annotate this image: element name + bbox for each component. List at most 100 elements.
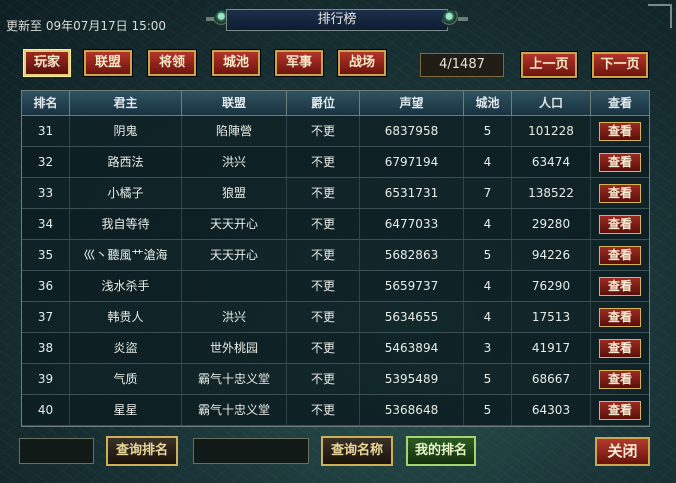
col-header-rank[interactable]: 排名: [22, 91, 70, 115]
cell-cities: 5: [464, 116, 512, 146]
table-row[interactable]: 39 气质 霸气十忠义堂 不更 5395489 5 68667 查看: [22, 364, 649, 395]
cell-title: 不更: [287, 333, 360, 363]
table-row[interactable]: 33 小橘子 狼盟 不更 6531731 7 138522 查看: [22, 178, 649, 209]
view-button[interactable]: 查看: [599, 370, 641, 389]
cell-rank: 32: [22, 147, 70, 177]
table-row[interactable]: 31 阴鬼 陷陣營 不更 6837958 5 101228 查看: [22, 116, 649, 147]
cell-alliance: 霸气十忠义堂: [182, 395, 287, 425]
cell-cities: 5: [464, 395, 512, 425]
cell-rank: 38: [22, 333, 70, 363]
cell-prestige: 6837958: [360, 116, 464, 146]
cell-lord: 浅水杀手: [70, 271, 182, 301]
cell-rank: 35: [22, 240, 70, 270]
tab-alliances[interactable]: 联盟: [84, 50, 132, 76]
cell-title: 不更: [287, 116, 360, 146]
cell-cities: 4: [464, 271, 512, 301]
ranking-table: 排名 君主 联盟 爵位 声望 城池 人口 查看 31 阴鬼 陷陣營 不更 683…: [21, 90, 650, 427]
view-button[interactable]: 查看: [599, 401, 641, 420]
cell-population: 94226: [512, 240, 591, 270]
col-header-alliance[interactable]: 联盟: [182, 91, 287, 115]
prev-page-button[interactable]: 上一页: [521, 52, 577, 78]
cell-view: 查看: [591, 147, 649, 177]
col-header-title[interactable]: 爵位: [287, 91, 360, 115]
cell-population: 64303: [512, 395, 591, 425]
cell-lord: 路西法: [70, 147, 182, 177]
cell-prestige: 5395489: [360, 364, 464, 394]
table-row[interactable]: 37 韩贵人 洪兴 不更 5634655 4 17513 查看: [22, 302, 649, 333]
cell-title: 不更: [287, 302, 360, 332]
frame-corner-ornament: [648, 4, 672, 28]
cell-view: 查看: [591, 333, 649, 363]
cell-cities: 3: [464, 333, 512, 363]
cell-title: 不更: [287, 147, 360, 177]
col-header-prestige[interactable]: 声望: [360, 91, 464, 115]
cell-prestige: 6477033: [360, 209, 464, 239]
cell-prestige: 5368648: [360, 395, 464, 425]
cell-view: 查看: [591, 271, 649, 301]
cell-cities: 5: [464, 364, 512, 394]
tab-cities[interactable]: 城池: [212, 50, 260, 76]
table-row[interactable]: 34 我自等待 天天开心 不更 6477033 4 29280 查看: [22, 209, 649, 240]
cell-view: 查看: [591, 395, 649, 425]
col-header-lord[interactable]: 君主: [70, 91, 182, 115]
table-row[interactable]: 36 浅水杀手 不更 5659737 4 76290 查看: [22, 271, 649, 302]
next-page-button[interactable]: 下一页: [592, 52, 648, 78]
tab-generals[interactable]: 将领: [148, 50, 196, 76]
query-name-button[interactable]: 查询名称: [321, 436, 393, 466]
table-row[interactable]: 40 星星 霸气十忠义堂 不更 5368648 5 64303 查看: [22, 395, 649, 426]
rank-search-input[interactable]: [19, 438, 94, 464]
cell-lord: 阴鬼: [70, 116, 182, 146]
view-button[interactable]: 查看: [599, 277, 641, 296]
cell-prestige: 6797194: [360, 147, 464, 177]
cell-view: 查看: [591, 364, 649, 394]
tab-players[interactable]: 玩家: [23, 49, 71, 77]
cell-view: 查看: [591, 240, 649, 270]
cell-title: 不更: [287, 209, 360, 239]
cell-title: 不更: [287, 271, 360, 301]
cell-cities: 7: [464, 178, 512, 208]
table-body: 31 阴鬼 陷陣營 不更 6837958 5 101228 查看 32 路西法 …: [22, 116, 649, 426]
cell-lord: 我自等待: [70, 209, 182, 239]
cell-prestige: 5634655: [360, 302, 464, 332]
cell-title: 不更: [287, 240, 360, 270]
query-rank-button[interactable]: 查询排名: [106, 436, 178, 466]
col-header-cities[interactable]: 城池: [464, 91, 512, 115]
view-button[interactable]: 查看: [599, 339, 641, 358]
update-timestamp: 更新至 09年07月17日 15:00: [6, 19, 167, 33]
table-row[interactable]: 38 炎盜 世外桃园 不更 5463894 3 41917 查看: [22, 333, 649, 364]
cell-alliance: 陷陣營: [182, 116, 287, 146]
cell-alliance: 天天开心: [182, 240, 287, 270]
cell-title: 不更: [287, 395, 360, 425]
cell-view: 查看: [591, 116, 649, 146]
cell-prestige: 5682863: [360, 240, 464, 270]
cell-cities: 4: [464, 302, 512, 332]
view-button[interactable]: 查看: [599, 153, 641, 172]
close-button[interactable]: 关闭: [595, 437, 650, 466]
table-row[interactable]: 32 路西法 洪兴 不更 6797194 4 63474 查看: [22, 147, 649, 178]
cell-rank: 36: [22, 271, 70, 301]
view-button[interactable]: 查看: [599, 246, 641, 265]
table-row[interactable]: 35 巛丶聽風艹滄海 天天开心 不更 5682863 5 94226 查看: [22, 240, 649, 271]
name-search-input[interactable]: [193, 438, 309, 464]
cell-population: 101228: [512, 116, 591, 146]
cell-title: 不更: [287, 364, 360, 394]
cell-population: 41917: [512, 333, 591, 363]
cell-rank: 34: [22, 209, 70, 239]
window-title-bar: 排行榜: [206, 7, 468, 33]
cell-alliance: 洪兴: [182, 147, 287, 177]
table-header: 排名 君主 联盟 爵位 声望 城池 人口 查看: [22, 91, 649, 116]
cell-view: 查看: [591, 302, 649, 332]
view-button[interactable]: 查看: [599, 308, 641, 327]
tab-battlefield[interactable]: 战场: [338, 50, 386, 76]
tab-military[interactable]: 军事: [275, 50, 323, 76]
cell-lord: 小橘子: [70, 178, 182, 208]
view-button[interactable]: 查看: [599, 184, 641, 203]
cell-cities: 5: [464, 240, 512, 270]
my-rank-button[interactable]: 我的排名: [406, 436, 476, 466]
col-header-population[interactable]: 人口: [512, 91, 591, 115]
view-button[interactable]: 查看: [599, 122, 641, 141]
cell-prestige: 5463894: [360, 333, 464, 363]
cell-alliance: 洪兴: [182, 302, 287, 332]
view-button[interactable]: 查看: [599, 215, 641, 234]
cell-rank: 40: [22, 395, 70, 425]
